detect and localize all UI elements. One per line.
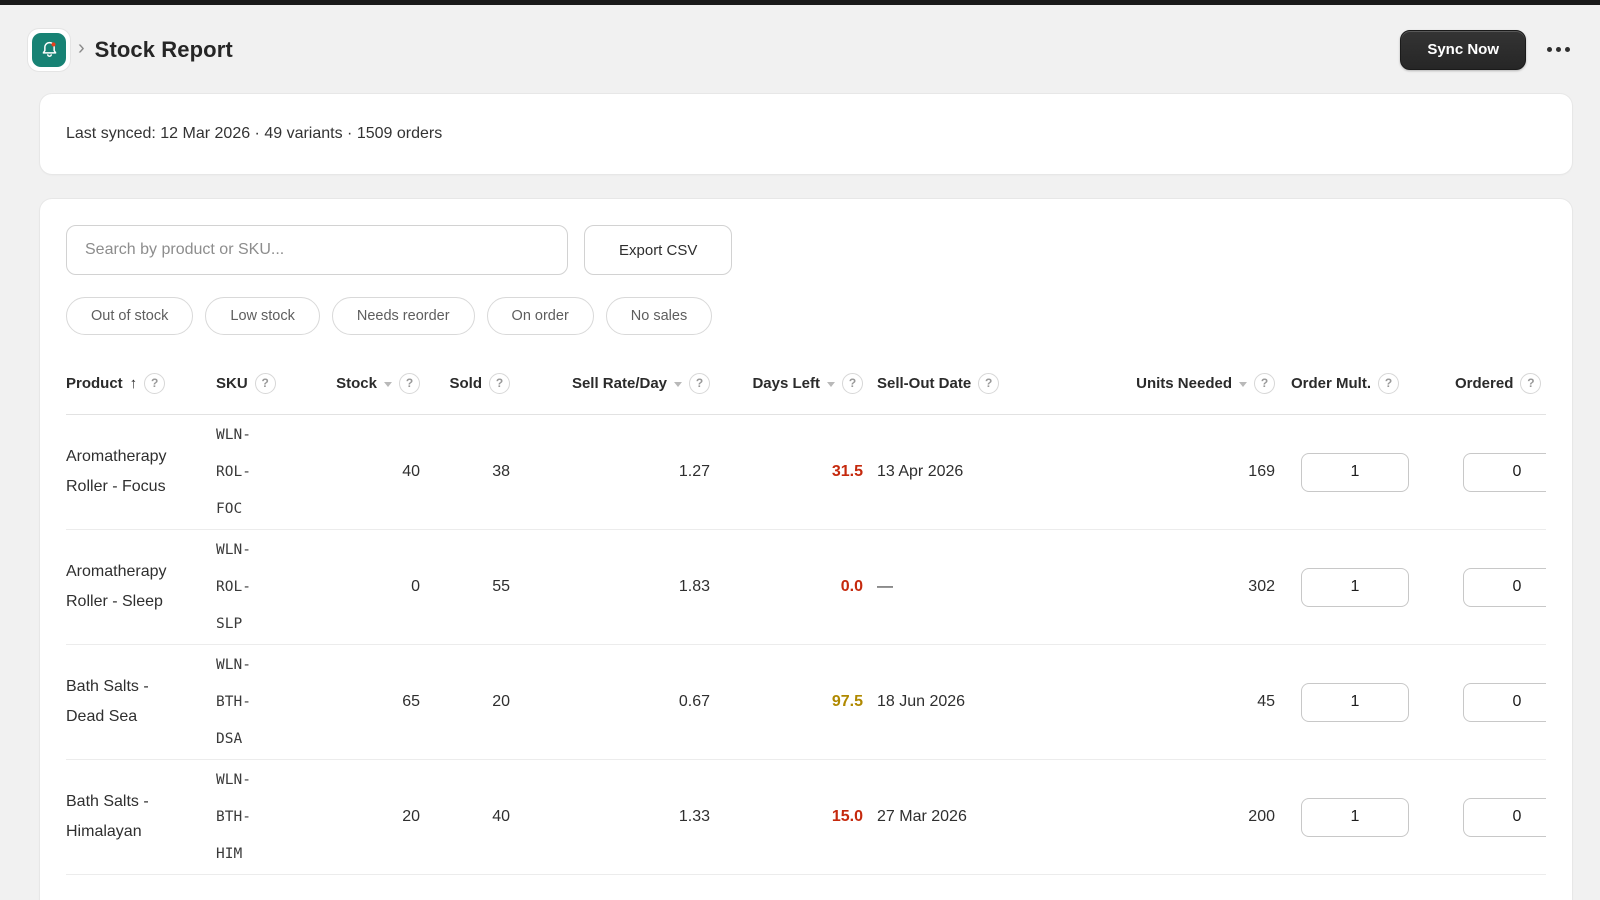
bell-icon [42, 41, 56, 57]
column-header-days-left[interactable]: Days Left ? [710, 352, 863, 414]
page-title: Stock Report [94, 36, 233, 62]
sold-value: 55 [492, 578, 510, 595]
app-icon-tile [32, 32, 66, 67]
sync-now-button[interactable]: Sync Now [1400, 29, 1526, 70]
sku-value: WLN- BTH- DSA [216, 656, 251, 747]
units-needed-value: 169 [1248, 463, 1275, 480]
app-icon[interactable] [28, 28, 70, 71]
days-left-value: 31.5 [831, 463, 863, 480]
stock-value: 40 [402, 463, 420, 480]
stock-value: 65 [402, 693, 420, 710]
column-header-sell-out-date[interactable]: Sell-Out Date ? [863, 352, 1053, 414]
filter-pill-needs-reorder[interactable]: Needs reorder [331, 297, 475, 335]
help-icon[interactable]: ? [842, 372, 863, 394]
sold-value: 38 [492, 463, 510, 480]
breadcrumb-chevron: › [78, 37, 85, 59]
order-mult-input[interactable] [1301, 567, 1409, 607]
report-card: Export CSV Out of stock Low stock Needs … [40, 199, 1572, 900]
sell-out-date-value: 27 Mar 2026 [877, 808, 967, 825]
sku-value: WLN- ROL- SLP [216, 541, 251, 632]
product-name: Bath Salts - Dead Sea [66, 678, 149, 725]
sold-value: 20 [492, 693, 510, 710]
export-csv-button[interactable]: Export CSV [584, 225, 733, 275]
stock-value: 20 [402, 808, 420, 825]
days-left-value: 15.0 [831, 808, 863, 825]
sell-out-date-value: — [877, 578, 893, 595]
ordered-input[interactable] [1463, 797, 1546, 837]
table-row: Bath Salts - Himalayan WLN- BTH- HIM 20 … [66, 760, 1546, 875]
sync-status-text: Last synced: 12 Mar 2026 · 49 variants ·… [66, 125, 443, 142]
sell-rate-value: 0.67 [678, 693, 710, 710]
help-icon[interactable]: ? [489, 372, 510, 394]
help-icon[interactable]: ? [1520, 372, 1542, 394]
table-header-row: Product ↑ ? SKU ? Stock ? Sold ? Sell Ra… [66, 352, 1546, 415]
table-row: Aromatherapy Roller - Sleep WLN- ROL- SL… [66, 530, 1546, 645]
filter-pill-no-sales[interactable]: No sales [605, 297, 713, 335]
caret-down-icon [827, 381, 835, 387]
stock-table: Product ↑ ? SKU ? Stock ? Sold ? Sell Ra… [66, 352, 1546, 875]
caret-down-icon [1239, 381, 1247, 387]
help-icon[interactable]: ? [689, 372, 710, 394]
units-needed-value: 45 [1257, 693, 1275, 710]
help-icon[interactable]: ? [399, 372, 420, 394]
ordered-input[interactable] [1463, 567, 1546, 607]
sku-value: WLN- ROL- FOC [216, 426, 251, 517]
days-left-value: 0.0 [840, 578, 863, 595]
page-header: › Stock Report Sync Now [0, 5, 1600, 94]
sell-rate-value: 1.33 [678, 808, 710, 825]
product-name: Aromatherapy Roller - Focus [66, 448, 167, 495]
dots-icon [1547, 47, 1552, 52]
help-icon[interactable]: ? [1254, 372, 1275, 394]
sync-status-card: Last synced: 12 Mar 2026 · 49 variants ·… [40, 94, 1572, 174]
sort-asc-icon: ↑ [129, 374, 138, 392]
help-icon[interactable]: ? [1378, 372, 1400, 394]
table-row: Aromatherapy Roller - Focus WLN- ROL- FO… [66, 415, 1546, 530]
sell-out-date-value: 13 Apr 2026 [877, 463, 964, 480]
table-row: Bath Salts - Dead Sea WLN- BTH- DSA 65 2… [66, 645, 1546, 760]
sold-value: 40 [492, 808, 510, 825]
column-header-units-needed[interactable]: Units Needed ? [1053, 352, 1275, 414]
column-header-sold[interactable]: Sold ? [420, 352, 510, 414]
units-needed-value: 302 [1248, 578, 1275, 595]
column-header-stock[interactable]: Stock ? [296, 352, 420, 414]
product-name: Aromatherapy Roller - Sleep [66, 563, 167, 610]
sku-value: WLN- BTH- HIM [216, 771, 251, 862]
help-icon[interactable]: ? [144, 372, 166, 394]
toolbar: Export CSV [66, 225, 1546, 275]
column-header-sku[interactable]: SKU ? [216, 352, 296, 414]
caret-down-icon [674, 381, 682, 387]
overflow-menu-button[interactable] [1545, 41, 1572, 58]
units-needed-value: 200 [1248, 808, 1275, 825]
days-left-value: 97.5 [831, 693, 863, 710]
filter-pill-low-stock[interactable]: Low stock [205, 297, 320, 335]
filter-pill-on-order[interactable]: On order [486, 297, 594, 335]
column-header-order-mult[interactable]: Order Mult. ? [1275, 352, 1435, 414]
sell-rate-value: 1.27 [678, 463, 710, 480]
table-body: Aromatherapy Roller - Focus WLN- ROL- FO… [66, 415, 1546, 875]
ordered-input[interactable] [1463, 452, 1546, 492]
help-icon[interactable]: ? [978, 372, 1000, 394]
order-mult-input[interactable] [1301, 682, 1409, 722]
caret-down-icon [384, 381, 392, 387]
search-input[interactable] [66, 225, 568, 275]
order-mult-input[interactable] [1301, 797, 1409, 837]
ordered-input[interactable] [1463, 682, 1546, 722]
column-header-sell-rate[interactable]: Sell Rate/Day ? [510, 352, 710, 414]
sell-rate-value: 1.83 [678, 578, 710, 595]
help-icon[interactable]: ? [254, 372, 276, 394]
column-header-product[interactable]: Product ↑ ? [66, 352, 216, 414]
stock-value: 0 [411, 578, 420, 595]
order-mult-input[interactable] [1301, 452, 1409, 492]
sell-out-date-value: 18 Jun 2026 [877, 693, 966, 710]
product-name: Bath Salts - Himalayan [66, 793, 149, 840]
filter-pill-out-of-stock[interactable]: Out of stock [66, 297, 194, 335]
column-header-ordered[interactable]: Ordered ? [1435, 352, 1546, 414]
filter-pills: Out of stock Low stock Needs reorder On … [66, 297, 1546, 335]
